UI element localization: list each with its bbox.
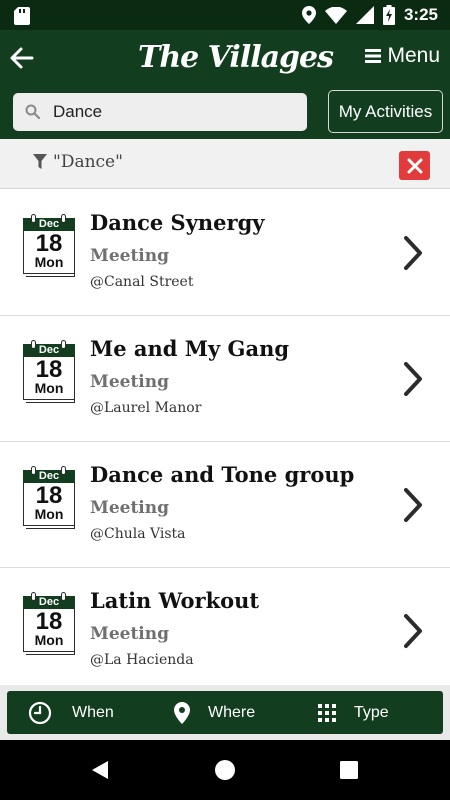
bottom-filter-bar: When Where Type [0,685,450,740]
status-time: 3:25 [403,5,438,24]
hamburger-icon [365,49,382,63]
search-icon [25,104,40,119]
location-icon [301,6,316,24]
active-filter-bar: "Dance" [0,139,450,189]
menu-button[interactable]: Menu [365,44,440,68]
event-list-item[interactable]: Dec 18 Mon Dance and Tone group Meeting … [0,442,450,568]
event-title: Dance Synergy [90,210,265,235]
grid-icon [318,703,336,722]
event-title: Latin Workout [90,588,260,613]
filter-text: "Dance" [53,152,123,172]
wifi-icon [324,6,347,24]
app-bar: The Villages Menu [0,30,450,87]
event-day: 18 [35,608,63,635]
event-location: @Chula Vista [90,526,186,542]
chevron-right-icon [404,362,422,396]
signal-icon [355,6,374,24]
status-bar: 3:25 [0,0,450,30]
tab-where-label: Where [208,703,256,721]
event-day: 18 [35,230,63,257]
event-type: Meeting [90,246,170,266]
tab-type[interactable]: Type [318,691,389,734]
event-location: @La Hacienda [90,652,194,668]
calendar-date-icon: Dec 18 Mon [21,590,77,655]
event-weekday: Mon [34,632,64,648]
tab-type-label: Type [354,703,389,721]
calendar-date-icon: Dec 18 Mon [21,338,77,403]
battery-icon [382,5,395,25]
search-input[interactable] [53,93,303,131]
event-day: 18 [35,356,63,383]
menu-label: Menu [387,44,440,67]
app-logo: The Villages [138,40,334,75]
event-type: Meeting [90,624,170,644]
chevron-right-icon [404,614,422,648]
nav-recents-icon[interactable] [340,761,358,779]
event-type: Meeting [90,372,170,392]
close-icon [407,158,422,173]
event-title: Dance and Tone group [90,462,355,487]
sd-card-icon [14,7,30,25]
calendar-date-icon: Dec 18 Mon [21,212,77,277]
event-list-item[interactable]: Dec 18 Mon Me and My Gang Meeting @Laure… [0,316,450,442]
event-weekday: Mon [34,254,64,270]
calendar-date-icon: Dec 18 Mon [21,464,77,529]
chevron-right-icon [404,488,422,522]
event-weekday: Mon [34,380,64,396]
event-list: Dec 18 Mon Dance Synergy Meeting @Canal … [0,190,450,685]
location-pin-icon [174,701,190,724]
tab-where[interactable]: Where [174,691,255,734]
nav-back-icon[interactable] [90,760,110,780]
chevron-right-icon [404,236,422,270]
event-type: Meeting [90,498,170,518]
event-weekday: Mon [34,506,64,522]
event-day: 18 [35,482,63,509]
filter-icon [33,154,47,169]
event-location: @Laurel Manor [90,400,202,416]
clock-icon [28,701,52,724]
clear-filter-button[interactable] [399,151,430,180]
nav-home-icon[interactable] [214,759,236,781]
search-row: My Activities [0,87,450,139]
event-location: @Canal Street [90,274,194,290]
event-title: Me and My Gang [90,336,290,361]
search-box[interactable] [13,93,307,131]
tab-when-label: When [72,703,114,721]
system-nav-bar [0,740,450,800]
my-activities-button[interactable]: My Activities [328,90,443,133]
tab-when[interactable]: When [28,691,114,734]
event-list-item[interactable]: Dec 18 Mon Dance Synergy Meeting @Canal … [0,190,450,316]
event-list-item[interactable]: Dec 18 Mon Latin Workout Meeting @La Hac… [0,568,450,685]
back-arrow-icon[interactable] [8,44,36,72]
